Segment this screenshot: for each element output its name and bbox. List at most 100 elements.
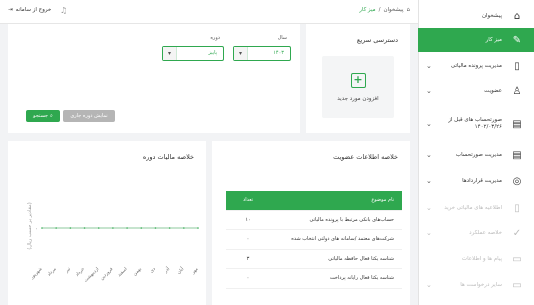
sidebar-item-invoice-management[interactable]: ⌄ مدیریت صورتحساب ▤	[418, 143, 534, 167]
invoice-icon: ▤	[512, 118, 522, 130]
chart-x-tick-label: مهر	[190, 266, 200, 276]
row-topic: شناسه یکتا فعال حافظه مالیاتی	[328, 255, 394, 262]
top-bar: ⇥ خروج از سامانه ♫ میز کار / پیشخوان ⌂	[0, 0, 418, 24]
sidebar-item-label: صورتحساب های قبل از ۱۴۰۲/۰۳/۲۶	[448, 117, 502, 130]
desk-icon: ✎	[512, 34, 522, 46]
sidebar-item-label: عضویت	[484, 87, 502, 94]
sidebar-item-dashboard[interactable]: پیشخوان ⌂	[418, 4, 534, 28]
add-new-tile[interactable]: + افزودن مورد جدید	[322, 56, 394, 118]
logout-label: خروج از سامانه	[15, 7, 52, 13]
chevron-down-icon: ▾	[234, 47, 248, 60]
sidebar-item-label: سایر درخواست ها	[460, 281, 502, 288]
sidebar-item-label: میز کار	[485, 36, 502, 43]
sidebar-item-performance-summary[interactable]: ⌄ خلاصه عملکرد ✓	[418, 221, 534, 245]
chart-x-tick-label: خرداد	[75, 267, 86, 278]
breadcrumb-home[interactable]: پیشخوان	[383, 7, 403, 13]
year-value: ۱۴۰۳	[273, 50, 284, 56]
period-select[interactable]: ▾ پاییز	[162, 46, 224, 61]
chart-x-tick-label: آذر	[162, 266, 171, 275]
bell-icon[interactable]: ♫	[60, 6, 67, 15]
file-icon: ▯	[514, 60, 520, 72]
show-current-period-label: نمایش دوره جاری	[70, 113, 108, 119]
chart-x-tick-label: بهمن	[133, 267, 143, 277]
chevron-down-icon: ⌄	[426, 120, 432, 128]
sidebar-item-label: پیشخوان	[481, 12, 502, 19]
sidebar-item-purchase-notices[interactable]: ⌄ اطلاعیه های مالیاتی خرید ▯	[418, 196, 534, 220]
notice-icon: ▯	[514, 202, 520, 214]
summary-icon: ✓	[512, 227, 522, 239]
chevron-down-icon: ⌄	[426, 229, 432, 237]
chart-y-axis-label: (مقادیر بر حسب ریال)	[27, 202, 33, 249]
column-header-count: تعداد	[242, 197, 254, 204]
membership-summary-card: خلاصه اطلاعات عضویت تعداد نام موضوع ۱۰ ح…	[212, 141, 410, 305]
table-row[interactable]: ۰ شرکت‌های معتمد /سامانه های دولتی انتخا…	[226, 230, 402, 250]
chevron-down-icon: ⌄	[426, 62, 432, 70]
chart-x-tick-label: شهریور	[29, 267, 43, 281]
contract-icon: ◎	[512, 175, 522, 187]
invoice-manage-icon: ▤	[512, 149, 522, 161]
sidebar: پیشخوان ⌂ میز کار ✎ ⌄ مدیریت پرونده مالی…	[418, 0, 534, 305]
sidebar-item-label: پیام ها و اطلاعات	[461, 255, 502, 262]
chart-x-tick-label: دی	[149, 267, 156, 274]
quick-access-card: دسترسی سریع + افزودن مورد جدید	[306, 24, 410, 133]
row-topic: شرکت‌های معتمد /سامانه های دولتی انتخاب …	[291, 236, 394, 243]
column-header-topic: نام موضوع	[371, 197, 394, 204]
sidebar-item-other-requests[interactable]: ⌄ سایر درخواست ها ▭	[418, 273, 534, 297]
add-new-label: افزودن مورد جدید	[337, 95, 379, 102]
breadcrumb: میز کار / پیشخوان ⌂	[359, 7, 410, 13]
breadcrumb-current: میز کار	[359, 7, 376, 13]
show-current-period-button[interactable]: نمایش دوره جاری	[63, 110, 115, 122]
table-row[interactable]: ۳ شناسه یکتا فعال حافظه مالیاتی	[226, 250, 402, 269]
sidebar-item-desk[interactable]: میز کار ✎	[418, 28, 534, 52]
user-icon: ♙	[512, 85, 522, 97]
logout-button[interactable]: ⇥ خروج از سامانه	[8, 7, 51, 13]
row-topic: شناسه یکتا فعال رایانه پرداخت	[329, 275, 394, 282]
chevron-down-icon: ⌄	[426, 281, 432, 289]
chart-y-tick-label: ۰	[35, 226, 38, 232]
year-select[interactable]: ▾ ۱۴۰۳	[233, 46, 291, 61]
row-count: ۳	[246, 255, 250, 262]
request-icon: ▭	[512, 279, 522, 291]
filter-card: سال ▾ ۱۴۰۳ دوره ▾ پاییز جستجو ⌕ نمایش دو…	[8, 24, 300, 133]
chevron-down-icon: ⌄	[426, 177, 432, 185]
row-topic: حساب‌های بانکی مرتبط با پرونده مالیاتی	[309, 216, 394, 223]
chart-x-tick-label: اسفند	[117, 267, 128, 278]
sidebar-item-label: خلاصه عملکرد	[469, 229, 502, 236]
sidebar-item-label: مدیریت پرونده مالیاتی	[450, 62, 502, 69]
chevron-down-icon: ⌄	[426, 87, 432, 95]
sidebar-item-tax-file[interactable]: ⌄ مدیریت پرونده مالیاتی ▯	[418, 54, 534, 78]
table-row[interactable]: ۰ شناسه یکتا فعال رایانه پرداخت	[226, 269, 402, 289]
logout-icon: ⇥	[8, 7, 13, 13]
chart-x-tick-label: مرداد	[47, 266, 58, 277]
quick-access-title: دسترسی سریع	[356, 36, 398, 44]
chart-x-tick-label: تیر	[64, 266, 72, 274]
chart-x-tick-label: اردیبهشت	[83, 267, 100, 284]
search-label: جستجو	[33, 113, 49, 119]
table-header: تعداد نام موضوع	[226, 191, 402, 211]
chart-x-tick-label: آبان	[176, 266, 186, 276]
sidebar-item-messages[interactable]: پیام ها و اطلاعات ▭	[418, 247, 534, 271]
search-icon: ⌕	[50, 113, 53, 119]
table-row[interactable]: ۱۰ حساب‌های بانکی مرتبط با پرونده مالیات…	[226, 211, 402, 230]
sidebar-item-label: اطلاعیه های مالیاتی خرید	[444, 204, 502, 211]
row-count: ۰	[246, 275, 250, 282]
home-icon: ⌂	[513, 10, 521, 22]
row-count: ۰	[246, 236, 250, 243]
year-label: سال	[277, 35, 287, 41]
sidebar-item-membership[interactable]: ⌄ عضویت ♙	[418, 79, 534, 103]
sidebar-item-old-invoices[interactable]: ⌄ صورتحساب های قبل از ۱۴۰۲/۰۳/۲۶ ▤	[418, 110, 534, 138]
period-value: پاییز	[208, 50, 217, 56]
home-icon: ⌂	[406, 7, 411, 13]
tax-chart: (مقادیر بر حسب ریال) ۰ شهریور مرداد تیر خردا…	[27, 202, 200, 284]
tax-summary-card: خلاصه مالیات دوره (مقادیر بر حسب ریال) ۰…	[8, 141, 206, 305]
plus-icon: +	[350, 72, 366, 88]
row-count: ۱۰	[245, 216, 251, 223]
chevron-down-icon: ⌄	[426, 151, 432, 159]
chart-x-tick-label: فروردین	[100, 267, 115, 282]
membership-summary-title: خلاصه اطلاعات عضویت	[333, 153, 398, 161]
search-button[interactable]: جستجو ⌕	[26, 110, 60, 122]
chevron-down-icon: ▾	[163, 47, 177, 60]
sidebar-item-label: مدیریت قراردادها	[462, 177, 502, 184]
breadcrumb-separator: /	[378, 7, 381, 13]
sidebar-item-contracts[interactable]: ⌄ مدیریت قراردادها ◎	[418, 169, 534, 193]
